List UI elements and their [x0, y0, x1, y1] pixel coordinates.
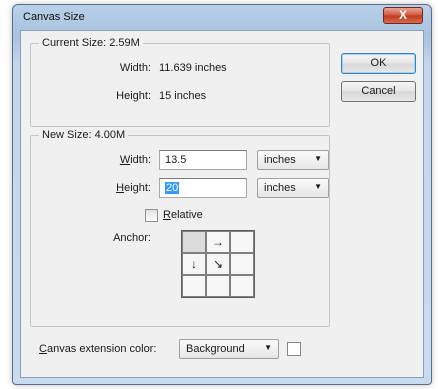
anchor-cell-top-center[interactable]: →	[206, 231, 230, 253]
anchor-grid: → ↓ ↘	[181, 230, 255, 298]
anchor-cell-top-left[interactable]	[182, 231, 206, 253]
anchor-cell-middle-left[interactable]: ↓	[182, 253, 206, 275]
canvas-size-dialog: Canvas Size X Current Size: 2.59M Width:…	[12, 4, 432, 385]
extension-color-select[interactable]: Background ▼	[179, 339, 279, 359]
window-title: Canvas Size	[23, 11, 85, 23]
anchor-cell-bottom-center[interactable]	[206, 275, 230, 297]
extension-color-label: Canvas extension color:	[39, 343, 157, 355]
new-size-legend: New Size: 4.00M	[39, 129, 129, 141]
current-height-label: Height:	[116, 90, 151, 102]
chevron-down-icon: ▼	[314, 154, 322, 163]
new-height-label: Height:	[116, 182, 151, 194]
close-button[interactable]: X	[383, 7, 423, 24]
anchor-label: Anchor:	[113, 232, 151, 244]
height-unit-select[interactable]: inches ▼	[257, 178, 329, 198]
width-unit-value: inches	[264, 154, 296, 166]
current-width-value: 11.639 inches	[159, 62, 227, 74]
dialog-body: Current Size: 2.59M Width: 11.639 inches…	[20, 30, 424, 378]
current-size-legend: Current Size: 2.59M	[39, 37, 143, 49]
height-input-selection: 20	[165, 182, 180, 194]
height-input[interactable]: 20	[159, 178, 247, 198]
chevron-down-icon: ▼	[314, 182, 322, 191]
extension-color-value: Background	[186, 343, 245, 355]
anchor-cell-middle-right[interactable]	[230, 253, 254, 275]
width-unit-select[interactable]: inches ▼	[257, 150, 329, 170]
current-size-group: Current Size: 2.59M Width: 11.639 inches…	[30, 37, 330, 127]
relative-checkbox[interactable]	[145, 209, 158, 222]
extension-color-swatch[interactable]	[287, 342, 301, 356]
height-unit-value: inches	[264, 182, 296, 194]
title-bar[interactable]: Canvas Size X	[13, 5, 431, 29]
cancel-button[interactable]: Cancel	[341, 81, 416, 102]
current-height-value: 15 inches	[159, 90, 207, 102]
anchor-cell-center[interactable]: ↘	[206, 253, 230, 275]
new-size-group: New Size: 4.00M Width: 13.5 inches ▼ Hei…	[30, 129, 330, 327]
current-width-label: Width:	[119, 62, 151, 74]
anchor-cell-bottom-left[interactable]	[182, 275, 206, 297]
new-width-label: Width:	[119, 154, 151, 166]
width-input[interactable]: 13.5	[159, 150, 247, 170]
relative-label[interactable]: Relative	[163, 209, 203, 221]
anchor-cell-bottom-right[interactable]	[230, 275, 254, 297]
anchor-cell-top-right[interactable]	[230, 231, 254, 253]
chevron-down-icon: ▼	[264, 343, 272, 352]
ok-button[interactable]: OK	[341, 53, 416, 74]
